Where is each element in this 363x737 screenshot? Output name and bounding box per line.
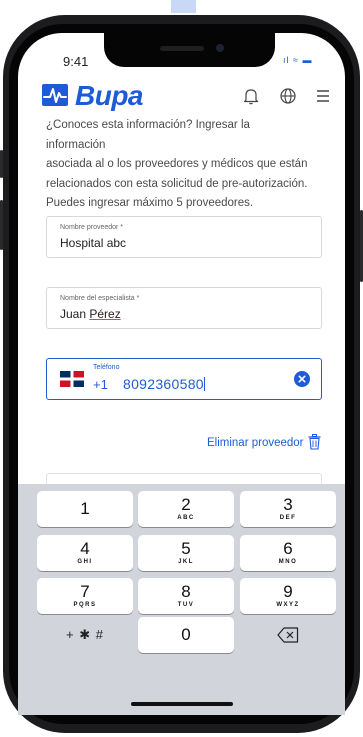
key-9[interactable]: 9 WXYZ	[240, 578, 336, 614]
key-letters: PQRS	[73, 602, 97, 608]
side-button	[0, 200, 3, 250]
key-1[interactable]: 1	[37, 491, 133, 527]
globe-icon[interactable]	[278, 86, 298, 106]
camera	[216, 44, 224, 52]
key-digit: 1	[80, 499, 90, 518]
key-letters: MNO	[278, 559, 298, 565]
clear-input-icon[interactable]	[294, 371, 310, 387]
intro-line: relacionados con esta solicitud de pre-a…	[46, 177, 308, 190]
key-digit: 8	[181, 582, 191, 601]
specialist-first-name: Juan	[60, 307, 87, 321]
text-caret	[203, 377, 205, 391]
key-digit: 7	[80, 582, 90, 601]
status-indicators-icon: ıl ≈ ▬	[283, 55, 313, 65]
key-letters: GHI	[77, 559, 93, 565]
key-digit: 9	[283, 582, 293, 601]
key-6[interactable]: 6 MNO	[240, 535, 336, 571]
status-time: 9:41	[63, 54, 89, 69]
key-symbols-label: + ✱ #	[66, 627, 104, 642]
key-8[interactable]: 8 TUV	[138, 578, 234, 614]
provider-name-field[interactable]: Nombre proveedor * Hospital abc	[46, 216, 322, 258]
side-button	[0, 150, 3, 178]
key-0[interactable]: 0	[138, 617, 234, 653]
phone-country-prefix: +1	[93, 377, 108, 392]
brand-name[interactable]: Bupa	[75, 80, 144, 112]
key-letters: ABC	[177, 515, 195, 521]
home-indicator[interactable]	[131, 702, 233, 706]
intro-line: asociada al o los proveedores y médicos …	[46, 158, 308, 170]
trash-icon[interactable]	[308, 434, 321, 450]
key-letters: WXYZ	[276, 602, 300, 608]
key-5[interactable]: 5 JKL	[138, 535, 234, 571]
phone-field[interactable]: Teléfono +1 8092360580	[46, 358, 322, 400]
hamburger-menu-icon[interactable]	[313, 86, 333, 106]
phone-label: Teléfono	[93, 364, 120, 371]
specialist-name-value: Juan Pérez	[60, 307, 121, 321]
key-letters: DEF	[279, 515, 297, 521]
specialist-name-label: Nombre del especialista *	[60, 295, 140, 302]
key-symbols[interactable]: + ✱ #	[37, 617, 133, 653]
key-digit: 6	[283, 539, 293, 558]
key-digit: 2	[181, 495, 191, 514]
bupa-logo-icon	[42, 84, 68, 106]
key-digit: 4	[80, 539, 90, 558]
backspace-key[interactable]	[240, 617, 336, 653]
speaker	[160, 46, 204, 51]
key-7[interactable]: 7 PQRS	[37, 578, 133, 614]
phone-number-input[interactable]: 8092360580	[123, 376, 205, 392]
specialist-name-field[interactable]: Nombre del especialista * Juan Pérez	[46, 287, 322, 329]
key-letters: JKL	[178, 559, 194, 565]
backspace-icon	[277, 627, 299, 643]
key-4[interactable]: 4 GHI	[37, 535, 133, 571]
key-letters: TUV	[177, 602, 195, 608]
intro-line: ¿Conoces esta información? Ingresar la i…	[46, 119, 250, 151]
bell-icon[interactable]	[241, 86, 261, 106]
provider-name-label: Nombre proveedor *	[60, 224, 124, 231]
intro-text: ¿Conoces esta información? Ingresar la i…	[46, 116, 308, 214]
key-3[interactable]: 3 DEF	[240, 491, 336, 527]
key-2[interactable]: 2 ABC	[138, 491, 234, 527]
key-digit: 0	[181, 625, 191, 644]
phone-number-value: 8092360580	[123, 376, 204, 392]
numeric-keyboard: 1 2 ABC 3 DEF 4 GHI 5 JKL 6 MNO 7 PQRS 8…	[18, 484, 345, 715]
remove-provider-link[interactable]: Eliminar proveedor	[207, 437, 304, 449]
top-tab-marker	[171, 0, 196, 13]
intro-line: Puedes ingresar máximo 5 proveedores.	[46, 197, 254, 209]
key-digit: 3	[283, 495, 293, 514]
provider-name-value: Hospital abc	[60, 236, 127, 250]
dominican-republic-flag-icon[interactable]	[60, 371, 84, 387]
specialist-last-name: Pérez	[89, 307, 121, 321]
key-digit: 5	[181, 539, 191, 558]
